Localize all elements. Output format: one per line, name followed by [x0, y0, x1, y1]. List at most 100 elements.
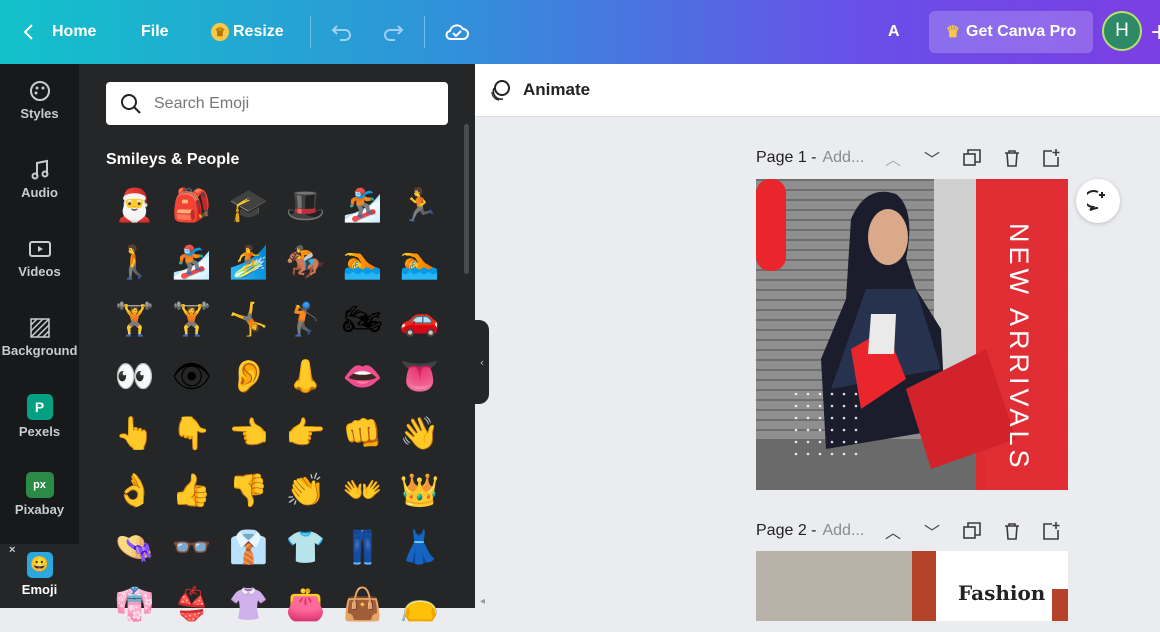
emoji-item[interactable]: 🤸 [220, 290, 277, 347]
chevron-down-icon[interactable]: ﹀ [923, 149, 941, 169]
emoji-item[interactable]: 👘 [106, 575, 163, 632]
page-1-canvas[interactable]: NEW ARRIVALS [756, 179, 1068, 490]
emoji-item[interactable]: 👂 [220, 347, 277, 404]
emoji-item[interactable]: 🏂 [334, 176, 391, 233]
rail-item-styles[interactable]: Styles [0, 80, 79, 121]
home-button[interactable]: Home [22, 0, 96, 64]
emoji-item[interactable]: 👊 [334, 404, 391, 461]
emoji-item[interactable]: 🎒 [163, 176, 220, 233]
emoji-item[interactable]: 🏇 [277, 233, 334, 290]
emoji-item[interactable]: 👆 [106, 404, 163, 461]
emoji-item[interactable]: 🏂 [163, 233, 220, 290]
home-label: Home [52, 23, 97, 40]
emoji-item[interactable]: 👎 [220, 461, 277, 518]
emoji-item[interactable]: 👔 [220, 518, 277, 575]
emoji-item[interactable]: 🎅 [106, 176, 163, 233]
get-canva-pro-button[interactable]: ♛ Get Canva Pro [929, 11, 1093, 53]
music-note-icon [31, 159, 48, 180]
rail-item-videos[interactable]: Videos [0, 238, 79, 279]
emoji-item[interactable]: 👋 [391, 404, 448, 461]
redo-button[interactable] [381, 0, 405, 64]
emoji-item[interactable]: 🏊 [334, 233, 391, 290]
emoji-item[interactable]: 🏃 [391, 176, 448, 233]
emoji-item[interactable]: 👉 [277, 404, 334, 461]
file-menu[interactable]: File [141, 0, 169, 64]
emoji-item[interactable]: 🎓 [220, 176, 277, 233]
page-2-header: Page 2 - Add... [756, 519, 864, 543]
chevron-up-icon[interactable]: ︿ [884, 522, 902, 542]
emoji-item[interactable]: 🏊 [391, 233, 448, 290]
emoji-item[interactable]: 👐 [334, 461, 391, 518]
add-page-icon[interactable] [1042, 149, 1060, 167]
pixabay-icon: px [25, 472, 54, 498]
emoji-item[interactable]: 👅 [391, 347, 448, 404]
resize-button[interactable]: ♛ Resize [211, 0, 284, 64]
chevron-up-icon[interactable]: ︿ [884, 149, 902, 169]
page-title-input[interactable]: Add... [822, 149, 864, 167]
search-input[interactable] [152, 93, 436, 114]
emoji-item[interactable]: 👒 [106, 518, 163, 575]
chevron-down-icon[interactable]: ﹀ [923, 522, 941, 542]
undo-button[interactable] [330, 0, 354, 64]
emoji-item[interactable]: 🏋 [163, 290, 220, 347]
emoji-item[interactable]: 👁 [163, 347, 220, 404]
emoji-item[interactable]: 👗 [391, 518, 448, 575]
emoji-item[interactable]: 👚 [220, 575, 277, 632]
emoji-panel: Smileys & People 🎅🎒🎓🎩🏂🏃🚶🏂🏄🏇🏊🏊🏋🏋🤸🏌🏍🚗👀👁👂👃👄… [79, 64, 475, 620]
rail-item-pixabay[interactable]: px Pixabay [0, 472, 79, 517]
emoji-item[interactable]: 🎩 [277, 176, 334, 233]
rail-item-emoji[interactable]: × 😀 Emoji [0, 544, 79, 608]
emoji-item[interactable]: 🏍 [334, 290, 391, 347]
add-page-icon[interactable] [1042, 522, 1060, 540]
emoji-item[interactable]: 🚗 [391, 290, 448, 347]
emoji-item[interactable]: 🚶 [106, 233, 163, 290]
duplicate-page-icon[interactable] [963, 522, 981, 540]
collapse-panel-button[interactable]: ‹ [475, 320, 489, 404]
rail-item-audio[interactable]: Audio [0, 159, 79, 200]
emoji-item[interactable]: 👛 [277, 575, 334, 632]
duplicate-page-icon[interactable] [963, 149, 981, 167]
emoji-item[interactable]: 👃 [277, 347, 334, 404]
emoji-item[interactable]: 🏌 [277, 290, 334, 347]
close-icon[interactable]: × [9, 544, 15, 556]
emoji-item[interactable]: 👌 [106, 461, 163, 518]
emoji-item[interactable]: 👙 [163, 575, 220, 632]
emoji-item[interactable]: 👜 [334, 575, 391, 632]
arrow-left-icon[interactable]: ◂ [480, 596, 485, 607]
rail-label: Styles [20, 106, 59, 121]
emoji-item[interactable]: 🏋 [106, 290, 163, 347]
page-2-canvas[interactable]: Fashion [756, 551, 1068, 621]
emoji-item[interactable]: 👝 [391, 575, 448, 632]
emoji-item[interactable]: 🏄 [220, 233, 277, 290]
animate-button[interactable]: Animate [489, 76, 590, 104]
fashion-photo: NEW ARRIVALS [756, 179, 1068, 490]
emoji-item[interactable]: 👕 [277, 518, 334, 575]
section-title: Smileys & People [106, 151, 240, 168]
emoji-item[interactable]: 👇 [163, 404, 220, 461]
search-box[interactable] [106, 82, 448, 125]
emoji-item[interactable]: 👏 [277, 461, 334, 518]
trash-icon[interactable] [1003, 149, 1021, 167]
avatar[interactable]: H [1102, 11, 1142, 51]
emoji-item[interactable]: 👄 [334, 347, 391, 404]
text-a-label: A [888, 23, 900, 40]
cloud-save-button[interactable] [444, 0, 470, 64]
text-a-button[interactable]: A [888, 0, 900, 64]
emoji-item[interactable]: 👍 [163, 461, 220, 518]
page-title-input[interactable]: Add... [822, 522, 864, 540]
rail-item-pexels[interactable]: P Pexels [0, 394, 79, 439]
top-bar: Home File ♛ Resize A ♛ Get Canva Pro H + [0, 0, 1160, 64]
rail-label: Videos [18, 264, 61, 279]
trash-icon[interactable] [1003, 522, 1021, 540]
emoji-item[interactable]: 👑 [391, 461, 448, 518]
emoji-item[interactable]: 👖 [334, 518, 391, 575]
emoji-item[interactable]: 👈 [220, 404, 277, 461]
horizontal-scrollbar[interactable]: ◂ [480, 596, 1160, 608]
page-title: Page 1 - [756, 149, 817, 166]
rail-item-background[interactable]: Background [0, 317, 79, 358]
scrollbar[interactable] [464, 124, 469, 274]
emoji-item[interactable]: 👀 [106, 347, 163, 404]
add-comment-button[interactable] [1076, 179, 1120, 223]
emoji-item[interactable]: 👓 [163, 518, 220, 575]
plus-icon[interactable]: + [1150, 20, 1160, 45]
